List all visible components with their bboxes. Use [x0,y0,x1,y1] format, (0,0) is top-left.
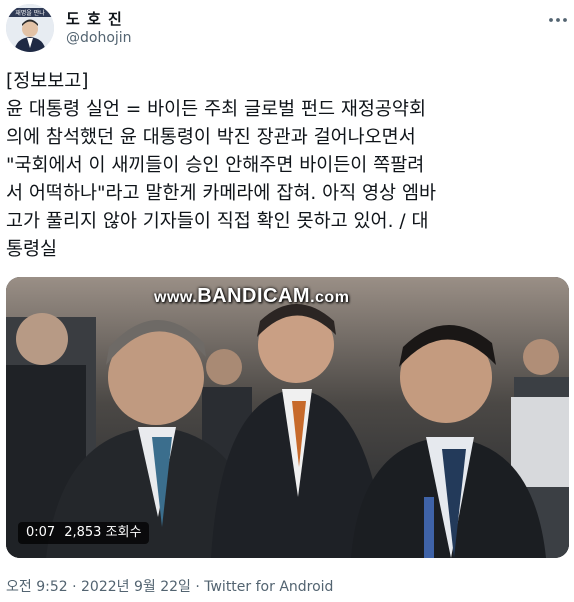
tweet-header: 재명을 만나 도 호 진 @dohojin [0,0,574,62]
avatar-banner-text: 재명을 만나 [15,9,45,17]
more-button[interactable] [546,8,570,32]
watermark: www.BANDICAM.com [154,285,349,308]
more-horizontal-icon [549,18,567,22]
video-duration: 0:07 [26,525,56,540]
tweet-text: [정보보고] 윤 대통령 실언 = 바이든 주최 글로벌 펀드 재정공약회 의에… [6,71,436,260]
avatar-image: 재명을 만나 [6,4,54,52]
watermark-suffix: .com [310,289,350,306]
view-count: 2,853 조회수 [64,525,142,540]
video-info-badge: 0:07 2,853 조회수 [18,522,150,544]
user-handle[interactable]: @dohojin [66,30,132,46]
tweet-metadata[interactable]: 오전 9:52 · 2022년 9월 22일 · Twitter for And… [6,576,333,596]
avatar[interactable]: 재명을 만나 [6,4,54,52]
video-player[interactable]: www.BANDICAM.com 0:07 2,853 조회수 [6,277,569,558]
watermark-brand: BANDICAM [197,285,311,307]
watermark-prefix: www. [154,289,198,306]
display-name[interactable]: 도 호 진 [66,8,123,29]
video-frame [6,277,569,558]
